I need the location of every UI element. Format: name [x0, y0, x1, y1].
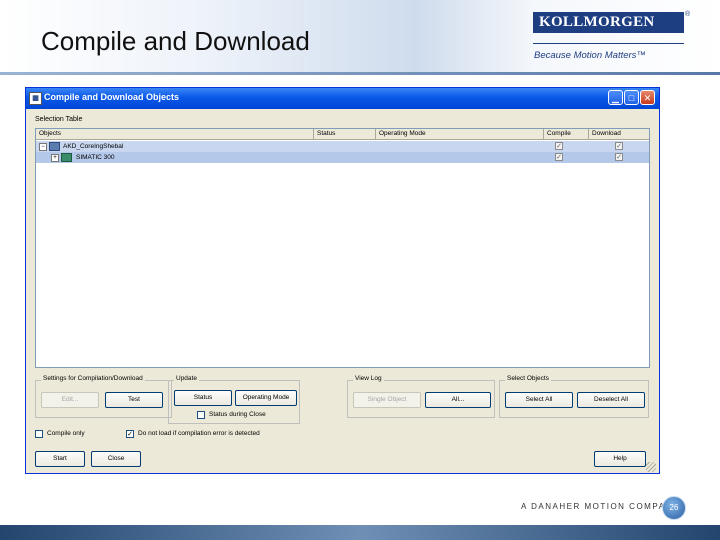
logo-rule: [533, 43, 684, 44]
download-checkbox[interactable]: ✓: [615, 142, 623, 150]
selection-table-label: Selection Table: [35, 116, 83, 123]
do-not-load-label: Do not load if compilation error is dete…: [138, 430, 260, 437]
single-object-button[interactable]: Single Object: [353, 392, 421, 408]
table-row[interactable]: − AKD_CoreIngShebal ✓ ✓: [36, 141, 649, 152]
help-button[interactable]: Help: [594, 451, 646, 467]
deselect-all-button[interactable]: Deselect All: [577, 392, 645, 408]
compile-checkbox[interactable]: ✓: [555, 142, 563, 150]
dialog-title: Compile and Download Objects: [44, 92, 180, 102]
status-during-close-label: Status during Close: [209, 411, 266, 418]
header-divider: [0, 72, 720, 75]
compile-download-dialog: ▦ Compile and Download Objects ▁ □ ✕ Sel…: [25, 87, 660, 474]
object-name: SIMATIC 300: [76, 154, 115, 161]
test-button[interactable]: Test: [105, 392, 163, 408]
select-objects-group-title: Select Objects: [505, 375, 551, 382]
resize-grip[interactable]: [646, 462, 656, 472]
footer-company-text: A DANAHER MOTION COMPANY: [521, 502, 680, 511]
do-not-load-checkbox[interactable]: ✓: [126, 430, 134, 438]
start-button[interactable]: Start: [35, 451, 85, 467]
column-header-download[interactable]: Download: [589, 129, 649, 139]
dialog-titlebar[interactable]: ▦ Compile and Download Objects ▁ □ ✕: [26, 88, 659, 109]
select-objects-group: Select Objects Select All Deselect All: [499, 375, 649, 418]
compile-only-label: Compile only: [47, 430, 85, 437]
compile-only-checkbox[interactable]: [35, 430, 43, 438]
edit-button[interactable]: Edit...: [41, 392, 99, 408]
settings-group: Settings for Compilation/Download Edit..…: [35, 375, 172, 418]
maximize-icon: □: [628, 93, 635, 103]
minimize-icon: ▁: [612, 93, 619, 103]
logo-registered-mark: ®: [685, 11, 691, 18]
compile-window-icon: ▦: [29, 92, 42, 105]
table-row[interactable]: + SIMATIC 300 ✓ ✓: [36, 152, 649, 163]
column-header-operating-mode[interactable]: Operating Mode: [376, 129, 544, 139]
download-checkbox[interactable]: ✓: [615, 153, 623, 161]
slide-title: Compile and Download: [41, 26, 310, 56]
selection-table[interactable]: Objects Status Operating Mode Compile Do…: [35, 128, 650, 368]
station-icon: [49, 142, 60, 151]
view-log-group-title: View Log: [353, 375, 384, 382]
table-header: Objects Status Operating Mode Compile Do…: [36, 129, 649, 140]
view-log-group: View Log Single Object All...: [347, 375, 495, 418]
plc-icon: [61, 153, 72, 162]
footer-bar: [0, 525, 720, 540]
kollmorgen-logo: KOLLMORGEN: [533, 12, 684, 33]
object-name: AKD_CoreIngShebal: [63, 143, 124, 150]
column-header-compile[interactable]: Compile: [544, 129, 589, 139]
status-button[interactable]: Status: [174, 390, 232, 406]
close-icon: ✕: [643, 93, 652, 103]
collapse-toggle[interactable]: −: [39, 143, 47, 151]
column-header-objects[interactable]: Objects: [36, 129, 314, 139]
close-button[interactable]: ✕: [640, 90, 655, 105]
update-group-title: Update: [174, 375, 199, 382]
status-during-close-checkbox[interactable]: [197, 411, 205, 419]
update-group: Update Status Operating Mode Status duri…: [168, 375, 300, 424]
select-all-button[interactable]: Select All: [505, 392, 573, 408]
expand-toggle[interactable]: +: [51, 154, 59, 162]
settings-group-title: Settings for Compilation/Download: [41, 375, 145, 382]
compile-checkbox[interactable]: ✓: [555, 153, 563, 161]
close-dialog-button[interactable]: Close: [91, 451, 141, 467]
logo-tagline: Because Motion Matters™: [534, 50, 646, 61]
operating-mode-button[interactable]: Operating Mode: [235, 390, 297, 406]
column-header-status[interactable]: Status: [314, 129, 376, 139]
maximize-button[interactable]: □: [624, 90, 639, 105]
minimize-button[interactable]: ▁: [608, 90, 623, 105]
all-log-button[interactable]: All...: [425, 392, 491, 408]
page-number-badge: 26: [662, 496, 686, 520]
